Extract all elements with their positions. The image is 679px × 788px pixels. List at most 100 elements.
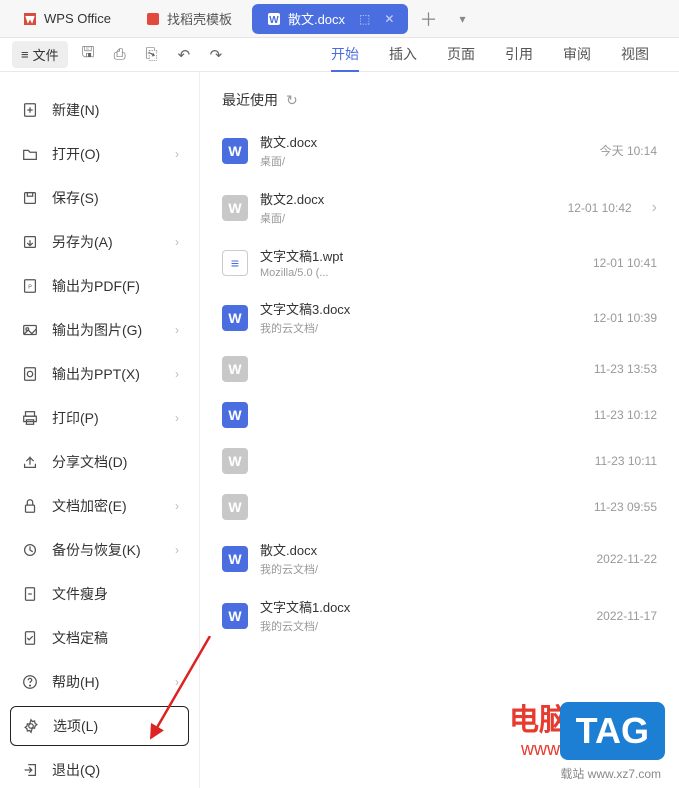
preview-icon[interactable]: ⎘ (146, 46, 164, 63)
recent-item[interactable]: W 散文.docx 桌面/ 今天 10:14 (222, 122, 657, 179)
file-time: 12-01 10:41 (557, 256, 657, 270)
file-time: 11-23 09:55 (557, 500, 657, 514)
menu-save[interactable]: 保存(S) (10, 178, 189, 218)
recent-item[interactable]: W 散文2.docx桌面/ 12-01 10:42› (222, 179, 657, 236)
file-time: 今天 10:14 (557, 142, 657, 159)
ribbon-review[interactable]: 审阅 (563, 44, 591, 65)
file-type-icon: W (222, 356, 248, 382)
gear-icon (21, 716, 41, 736)
word-doc-icon: W (266, 11, 282, 27)
file-name: 文字文稿1.docx (260, 597, 545, 616)
ribbon-page[interactable]: 页面 (447, 44, 475, 65)
menu-ppt[interactable]: 输出为PPT(X)› (10, 354, 189, 394)
chevron-right-icon: › (175, 367, 179, 381)
chevron-right-icon: › (175, 499, 179, 513)
menu-help[interactable]: 帮助(H)› (10, 662, 189, 702)
refresh-icon[interactable]: ↻ (286, 92, 298, 109)
menu-new[interactable]: 新建(N) (10, 90, 189, 130)
menu-img[interactable]: 输出为图片(G)› (10, 310, 189, 350)
ribbon-start[interactable]: 开始 (331, 44, 359, 72)
recent-item[interactable]: W 散文.docx 我的云文档/ 2022-11-22 (222, 530, 657, 587)
recent-item[interactable]: ≡ 文字文稿1.wpt Mozilla/5.0 (... 12-01 10:41 (222, 236, 657, 289)
svg-text:W: W (269, 15, 279, 26)
menu-backup[interactable]: 备份与恢复(K)› (10, 530, 189, 570)
menu-pdf[interactable]: P输出为PDF(F) (10, 266, 189, 306)
recent-item[interactable]: W 11-23 10:12 (222, 392, 657, 438)
tag-badge: TAG (560, 702, 665, 760)
file-menu-label: 文件 (33, 45, 59, 64)
menu-print[interactable]: 打印(P)› (10, 398, 189, 438)
file-time: 11-23 13:53 (557, 362, 657, 376)
recent-item[interactable]: W 11-23 13:53 (222, 346, 657, 392)
ribbon-insert[interactable]: 插入 (389, 44, 417, 65)
file-name: 散文.docx (260, 132, 545, 151)
chevron-right-icon: › (652, 199, 657, 217)
menu-final[interactable]: 文档定稿 (10, 618, 189, 658)
file-menu-button[interactable]: ≡ 文件 (12, 41, 68, 68)
chevron-right-icon: › (175, 411, 179, 425)
file-name: 文字文稿1.wpt (260, 246, 545, 265)
print-icon[interactable]: ⎙ (114, 46, 132, 63)
file-name: 散文2.docx (260, 189, 520, 208)
file-type-icon: ≡ (222, 250, 248, 276)
undo-icon[interactable]: ↶ (178, 46, 196, 64)
tab-home[interactable]: WPS Office (8, 4, 125, 34)
file-type-icon: W (222, 448, 248, 474)
recent-item[interactable]: W 11-23 09:55 (222, 484, 657, 530)
chevron-right-icon: › (175, 675, 179, 689)
file-time: 2022-11-22 (557, 552, 657, 566)
file-type-icon: W (222, 546, 248, 572)
file-time: 11-23 10:12 (557, 408, 657, 422)
file-name: 文字文稿3.docx (260, 299, 545, 318)
tab-bar: WPS Office 找稻壳模板 W 散文.docx ⬚ ✕ ＋ ▾ (0, 0, 679, 38)
tab-templates[interactable]: 找稻壳模板 (131, 4, 246, 34)
tab-document[interactable]: W 散文.docx ⬚ ✕ (252, 4, 408, 34)
file-time: 12-01 10:39 (557, 311, 657, 325)
recent-item[interactable]: W 文字文稿3.docx 我的云文档/ 12-01 10:39 (222, 289, 657, 346)
recent-item[interactable]: W 文字文稿1.docx我的云文档/ 2022-11-17 (222, 587, 657, 644)
backup-icon (20, 540, 40, 560)
ribbon-tabs: 开始 插入 页面 引用 审阅 视图 (331, 44, 667, 65)
print-icon (20, 408, 40, 428)
file-path: Mozilla/5.0 (... (260, 267, 545, 279)
file-name: 散文.docx (260, 540, 545, 559)
menu-share[interactable]: 分享文档(D) (10, 442, 189, 482)
pdf-icon: P (20, 276, 40, 296)
tab-label: 散文.docx (288, 9, 345, 28)
lock-icon (20, 496, 40, 516)
redo-icon[interactable]: ↷ (210, 46, 228, 64)
monitor-icon[interactable]: ⬚ (359, 12, 370, 26)
menu-slim[interactable]: 文件瘦身 (10, 574, 189, 614)
template-icon (145, 11, 161, 27)
file-type-icon: W (222, 402, 248, 428)
svg-text:P: P (28, 285, 32, 291)
wps-logo-icon (22, 11, 38, 27)
new-tab-button[interactable]: ＋ (414, 6, 442, 32)
menu-options[interactable]: 选项(L) (10, 706, 189, 746)
save-icon[interactable]: 🖫 (82, 42, 100, 67)
file-type-icon: W (222, 603, 248, 629)
menu-open[interactable]: 打开(O)› (10, 134, 189, 174)
ribbon-view[interactable]: 视图 (621, 44, 649, 65)
file-type-icon: W (222, 138, 248, 164)
ribbon-ref[interactable]: 引用 (505, 44, 533, 65)
file-path: 我的云文档/ (260, 561, 545, 577)
menu-encrypt[interactable]: 文档加密(E)› (10, 486, 189, 526)
help-icon (20, 672, 40, 692)
tab-dropdown-icon[interactable]: ▾ (448, 12, 476, 26)
file-type-icon: W (222, 305, 248, 331)
menu-exit[interactable]: 退出(Q) (10, 750, 189, 788)
close-icon[interactable]: ✕ (384, 12, 394, 26)
final-icon (20, 628, 40, 648)
chevron-right-icon: › (175, 543, 179, 557)
save-icon (20, 188, 40, 208)
file-type-icon: W (222, 494, 248, 520)
toolbar: ≡ 文件 🖫 ⎙ ⎘ ↶ ↷ 开始 插入 页面 引用 审阅 视图 (0, 38, 679, 72)
file-path: 我的云文档/ (260, 320, 545, 336)
recent-item[interactable]: W 11-23 10:11 (222, 438, 657, 484)
chevron-right-icon: › (175, 323, 179, 337)
menu-saveas[interactable]: 另存为(A)› (10, 222, 189, 262)
file-path: 桌面/ (260, 153, 545, 169)
hamburger-icon: ≡ (21, 47, 29, 62)
chevron-right-icon: › (175, 147, 179, 161)
